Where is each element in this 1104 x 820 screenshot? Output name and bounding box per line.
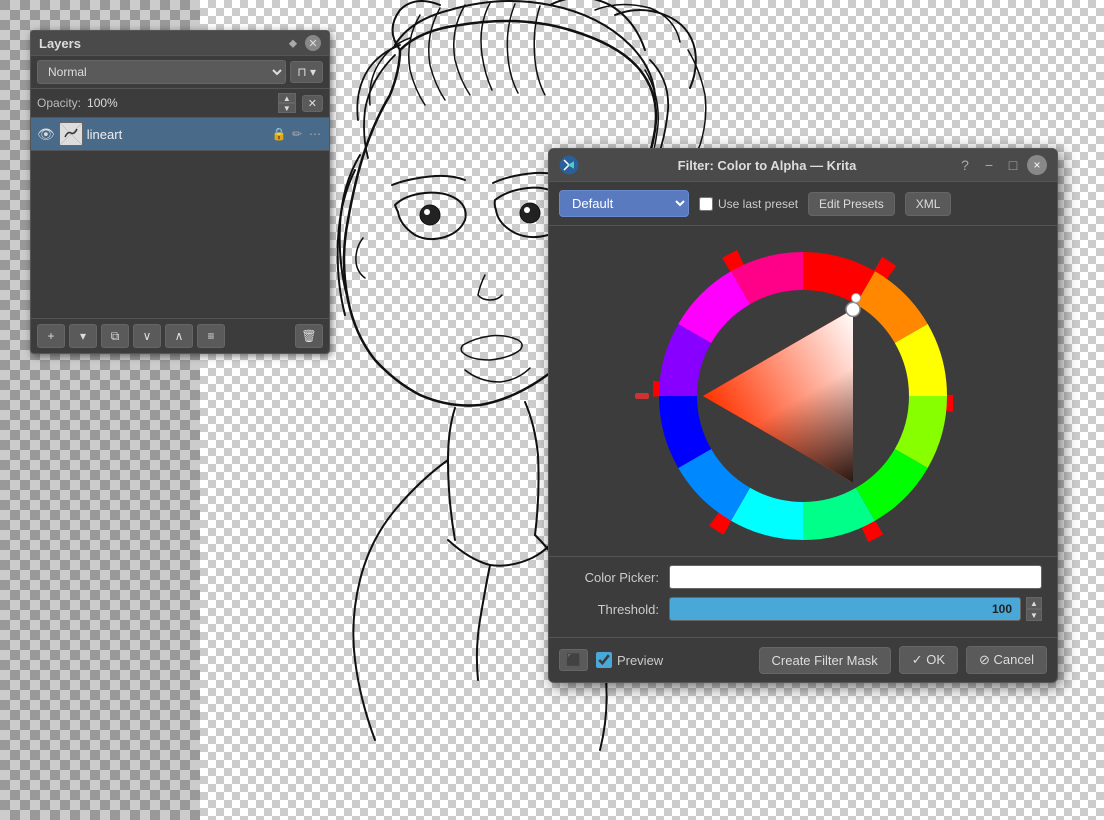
color-left-indicator xyxy=(635,393,649,399)
layer-actions: 🔒 ✏ ⋯ xyxy=(271,126,323,142)
add-layer-button[interactable]: + xyxy=(37,324,65,348)
use-last-preset-label: Use last preset xyxy=(718,197,798,211)
krita-logo-icon xyxy=(559,155,579,175)
edit-presets-button[interactable]: Edit Presets xyxy=(808,192,895,216)
minimize-button[interactable]: − xyxy=(979,155,999,175)
threshold-row: Threshold: 100 ▲ ▼ xyxy=(564,597,1042,621)
layer-expand-button[interactable]: ▾ xyxy=(69,324,97,348)
filter-toolbar: Default Use last preset Edit Presets XML xyxy=(549,182,1057,226)
layers-titlebar: Layers ⬥ ✕ xyxy=(31,31,329,56)
filter-titlebar: Filter: Color to Alpha — Krita ? − □ × xyxy=(549,149,1057,182)
preview-checkbox[interactable] xyxy=(596,652,612,668)
preview-icon-button[interactable]: ⬛ xyxy=(559,649,588,671)
xml-button[interactable]: XML xyxy=(905,192,952,216)
dialog-controls: ? − □ × xyxy=(955,155,1047,175)
copy-layer-button[interactable]: ⧉ xyxy=(101,324,129,348)
use-last-preset-control: Use last preset xyxy=(699,197,798,211)
threshold-slider[interactable]: 100 xyxy=(669,597,1021,621)
layer-edit-icon[interactable]: ✏ xyxy=(289,126,305,142)
color-wheel-svg[interactable] xyxy=(653,246,953,546)
preview-toggle: Preview xyxy=(596,652,663,668)
layers-panel: Layers ⬥ ✕ Normal ⊓ ▾ Opacity: 100% ▲ ▼ … xyxy=(30,30,330,354)
close-dialog-button[interactable]: × xyxy=(1027,155,1047,175)
layer-item[interactable]: 👁 lineart 🔒 ✏ ⋯ xyxy=(31,118,329,151)
opacity-spinner: ▲ ▼ xyxy=(278,93,296,113)
layers-panel-title: Layers xyxy=(39,36,81,51)
opacity-row: Opacity: 100% ▲ ▼ ✕ xyxy=(31,89,329,118)
layers-close-button[interactable]: ✕ xyxy=(305,35,321,51)
color-indicator-dot xyxy=(851,293,861,303)
filter-dialog: Filter: Color to Alpha — Krita ? − □ × D… xyxy=(548,148,1058,683)
clear-opacity-button[interactable]: ✕ xyxy=(302,95,323,112)
filter-footer: ⬛ Preview Create Filter Mask ✓ OK ⊘ Canc… xyxy=(549,637,1057,682)
threshold-spinner: ▲ ▼ xyxy=(1026,597,1042,621)
pin-icon[interactable]: ⬥ xyxy=(285,35,301,51)
threshold-fill xyxy=(670,598,898,620)
threshold-label: Threshold: xyxy=(564,602,659,617)
threshold-container: 100 ▲ ▼ xyxy=(669,597,1042,621)
filter-controls: Color Picker: Threshold: 100 ▲ ▼ xyxy=(549,556,1057,637)
color-wheel-area xyxy=(549,226,1057,556)
color-picker-row: Color Picker: xyxy=(564,565,1042,589)
threshold-down-button[interactable]: ▼ xyxy=(1026,609,1042,621)
filter-dialog-title: Filter: Color to Alpha — Krita xyxy=(587,158,947,173)
layers-blend-controls: Normal ⊓ ▾ xyxy=(31,56,329,89)
layer-lock-icon[interactable]: 🔒 xyxy=(271,126,287,142)
color-picker-label: Color Picker: xyxy=(564,570,659,585)
move-up-button[interactable]: ∧ xyxy=(165,324,193,348)
delete-layer-button[interactable]: 🗑 xyxy=(295,324,323,348)
opacity-down-button[interactable]: ▼ xyxy=(278,103,296,113)
layers-footer: + ▾ ⧉ ∨ ∧ ≡ 🗑 xyxy=(31,318,329,353)
color-wheel-container[interactable] xyxy=(653,246,953,546)
preview-label: Preview xyxy=(617,653,663,668)
ok-button[interactable]: ✓ OK xyxy=(899,646,958,674)
layer-thumbnail xyxy=(59,122,83,146)
restore-button[interactable]: □ xyxy=(1003,155,1023,175)
layers-list: 👁 lineart 🔒 ✏ ⋯ xyxy=(31,118,329,318)
opacity-up-button[interactable]: ▲ xyxy=(278,93,296,103)
threshold-up-button[interactable]: ▲ xyxy=(1026,597,1042,609)
threshold-value: 100 xyxy=(992,602,1012,616)
move-down-button[interactable]: ∨ xyxy=(133,324,161,348)
use-last-preset-checkbox[interactable] xyxy=(699,197,713,211)
preset-select[interactable]: Default xyxy=(559,190,689,217)
layer-properties-button[interactable]: ≡ xyxy=(197,324,225,348)
layer-name: lineart xyxy=(87,127,267,142)
color-picker-input[interactable] xyxy=(669,565,1042,589)
layer-more-icon[interactable]: ⋯ xyxy=(307,126,323,142)
opacity-label: Opacity: xyxy=(37,96,81,110)
opacity-value: 100% xyxy=(87,96,118,110)
blend-mode-select[interactable]: Normal xyxy=(37,60,286,84)
titlebar-icons: ⬥ ✕ xyxy=(285,35,321,51)
filter-layers-button[interactable]: ⊓ ▾ xyxy=(290,61,323,83)
create-filter-mask-button[interactable]: Create Filter Mask xyxy=(759,647,891,674)
help-button[interactable]: ? xyxy=(955,155,975,175)
layer-visibility-toggle[interactable]: 👁 xyxy=(37,126,55,143)
cancel-button[interactable]: ⊘ Cancel xyxy=(966,646,1047,674)
